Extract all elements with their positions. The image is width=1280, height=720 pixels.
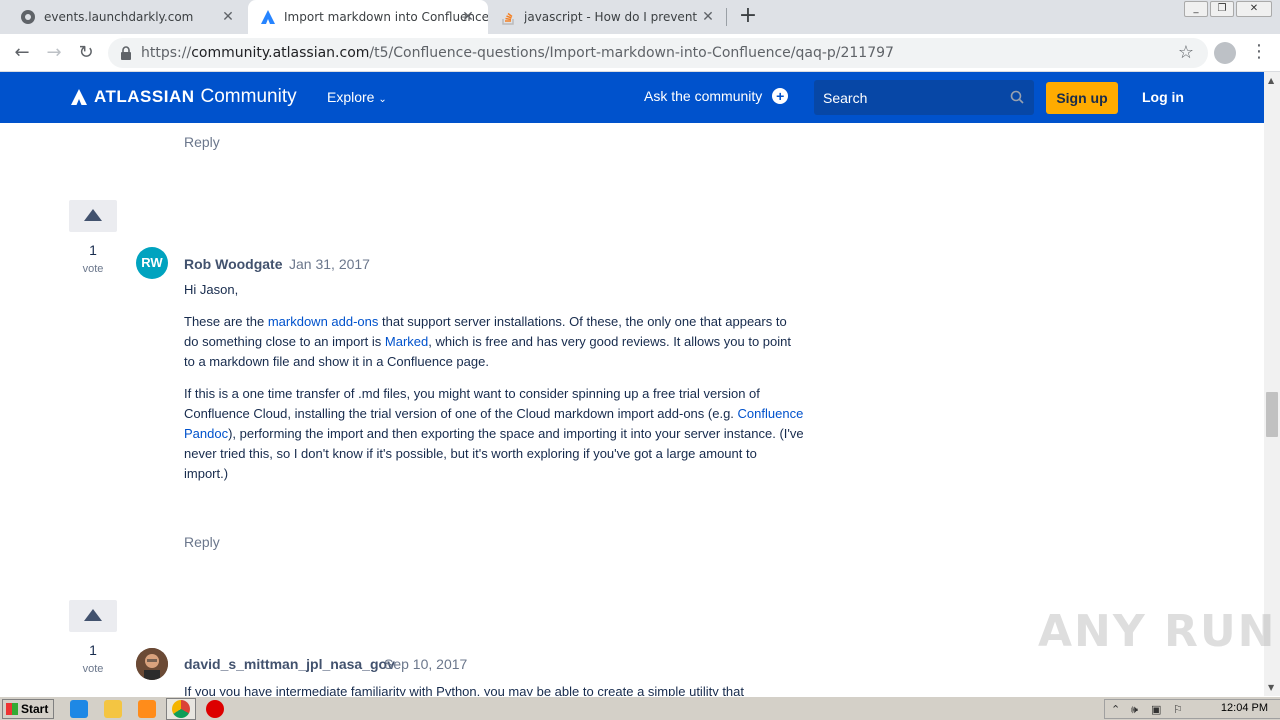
chevron-down-icon: ⌄ [378,94,387,105]
tab-events-launchdarkly[interactable]: events.launchdarkly.com ✕ [0,0,246,34]
answer-paragraph-1: These are the markdown add-ons that supp… [184,312,804,372]
vote-count: 1 [89,242,97,258]
avatar[interactable]: RW [136,247,168,279]
avatar[interactable] [136,648,168,680]
vote-label: vote [82,663,104,675]
scrollbar-thumb[interactable] [1266,392,1278,437]
ask-community-button[interactable]: Ask the community + [644,88,789,104]
tray-expand-icon[interactable]: ⌃ [1111,703,1124,716]
ask-label: Ask the community [644,88,763,104]
upvote-button[interactable] [69,600,117,632]
new-tab-button[interactable]: + [736,5,760,29]
browser-menu-icon[interactable]: ⋮ [1250,41,1268,65]
text-segment: If this is a one time transfer of .md fi… [184,386,760,421]
windows-logo-icon [6,703,18,715]
community-label: Community [200,86,297,107]
tab-title: events.launchdarkly.com [44,10,194,24]
url-path: /t5/Confluence-questions/Import-markdown… [369,45,894,61]
upvote-button[interactable] [69,200,117,232]
markdown-addons-link[interactable]: markdown add-ons [268,314,379,329]
media-player-icon[interactable] [138,700,156,718]
internet-explorer-icon[interactable] [70,700,88,718]
upvote-arrow-icon [84,609,102,621]
action-center-flag-icon[interactable]: ⚐ [1173,703,1186,716]
atlassian-icon [260,9,276,25]
globe-icon [20,9,36,25]
tab-javascript-stackoverflow[interactable]: javascript - How do I prevent Googl ✕ [488,0,726,34]
browser-tab-strip: events.launchdarkly.com ✕ Import markdow… [0,0,1280,34]
forward-arrow-icon[interactable]: → [42,41,66,65]
folder-icon[interactable] [104,700,122,718]
log-in-link[interactable]: Log in [1142,89,1184,105]
sign-up-button[interactable]: Sign up [1046,82,1118,114]
reload-icon[interactable]: ↻ [74,41,98,65]
system-tray: ⌃ 🕪 ▣ ⚐ 12:04 PM [1104,699,1280,719]
network-icon[interactable]: ▣ [1151,703,1164,716]
close-tab-icon[interactable]: ✕ [220,9,236,25]
upvote-arrow-icon [84,209,102,221]
text-segment: These are the [184,314,268,329]
author-name[interactable]: Rob Woodgate [184,256,283,272]
start-label: Start [21,702,49,716]
anyrun-watermark: ANY RUN [1038,606,1277,657]
close-tab-icon[interactable]: ✕ [460,9,476,25]
start-button[interactable]: Start [2,699,54,719]
plus-circle-icon: + [772,88,789,104]
stop-icon[interactable] [206,700,224,718]
explore-menu[interactable]: Explore ⌄ [327,89,387,105]
tab-title: Import markdown into Confluence [284,10,488,24]
close-tab-icon[interactable]: ✕ [700,9,716,25]
url-scheme: https:// [141,45,192,61]
reply-link[interactable]: Reply [184,134,220,150]
lock-icon [120,45,132,61]
vote-count: 1 [89,642,97,658]
profile-avatar-icon[interactable] [1214,42,1236,64]
vote-label: vote [82,263,104,275]
url-text: https://community.atlassian.com/t5/Confl… [141,45,894,61]
search-input[interactable] [814,80,1004,115]
minimize-window-button[interactable]: _ [1184,1,1208,17]
atlassian-community-logo[interactable]: ATLASSIAN Community [70,86,297,108]
chrome-icon [172,700,190,718]
stackoverflow-icon [500,9,516,25]
post-date: Sep 10, 2017 [384,656,468,672]
url-host: community.atlassian.com [191,45,370,61]
reply-link[interactable]: Reply [184,534,220,550]
browser-toolbar: ← → ↻ https://community.atlassian.com/t5… [0,34,1280,72]
scroll-down-arrow-icon[interactable]: ▼ [1268,683,1274,692]
tab-import-markdown[interactable]: Import markdown into Confluence ✕ [248,0,488,34]
address-bar[interactable]: https://community.atlassian.com/t5/Confl… [108,38,1208,68]
atlassian-logo-icon [71,89,87,105]
clock[interactable]: 12:04 PM [1221,702,1268,714]
tab-title: javascript - How do I prevent Googl [524,10,700,24]
post-date: Jan 31, 2017 [289,256,370,272]
search-icon[interactable] [1010,90,1024,104]
marked-link[interactable]: Marked [385,334,428,349]
answer-greeting: Hi Jason, [184,282,239,297]
scroll-up-arrow-icon[interactable]: ▲ [1268,76,1274,85]
bookmark-star-icon[interactable]: ☆ [1178,42,1194,63]
close-window-button[interactable]: ✕ [1236,1,1272,17]
community-header: ATLASSIAN Community Explore ⌄ Ask the co… [0,72,1264,123]
windows-taskbar: Start ⌃ 🕪 ▣ ⚐ 12:04 PM [0,696,1280,720]
tab-divider [726,8,727,26]
restore-window-button[interactable]: ❐ [1210,1,1234,17]
back-arrow-icon[interactable]: ← [10,41,34,65]
explore-label: Explore [327,89,375,105]
volume-icon[interactable]: 🕪 [1131,703,1144,716]
search-box [814,80,1034,115]
brand-name: ATLASSIAN [94,87,195,106]
answer-paragraph-1: If you you have intermediate familiarity… [184,684,744,696]
text-segment: ), performing the import and then export… [184,426,804,481]
user-photo-icon [136,648,168,680]
page-scrollbar[interactable]: ▲ ▼ [1264,72,1280,696]
screen: events.launchdarkly.com ✕ Import markdow… [0,0,1280,720]
answer-paragraph-2: If this is a one time transfer of .md fi… [184,384,804,484]
author-name[interactable]: david_s_mittman_jpl_nasa_gov [184,656,395,672]
